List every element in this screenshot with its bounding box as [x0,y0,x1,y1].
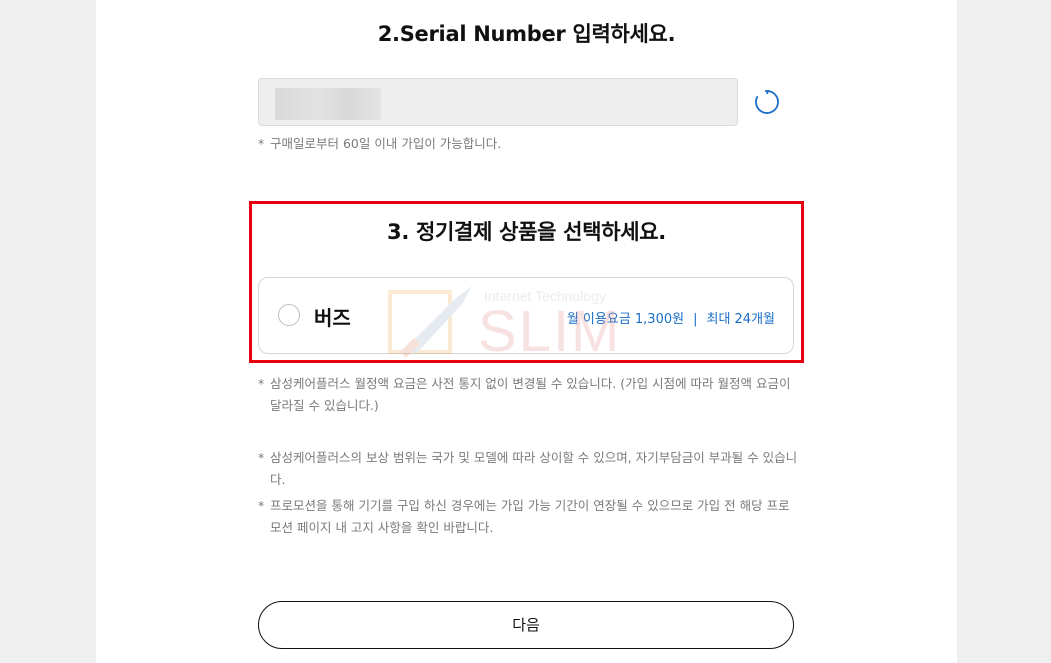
refresh-icon[interactable] [753,88,781,116]
notice-text: 프로모션을 통해 기기를 구입 하신 경우에는 가입 가능 기간이 연장될 수 … [270,498,790,535]
notice-group-2: * 삼성케어플러스의 보상 범위는 국가 및 모델에 따라 상이할 수 있으며,… [258,447,798,539]
next-button[interactable]: 다음 [258,601,794,649]
notice-item: * 프로모션을 통해 기기를 구입 하신 경우에는 가입 가능 기간이 연장될 … [258,495,798,539]
serial-section-title: 2.Serial Number 입력하세요. [377,22,676,46]
note-bullet: * [258,136,265,151]
serial-note-text: 구매일로부터 60일 이내 가입이 가능합니다. [270,136,502,151]
content-panel: 2.Serial Number 입력하세요. * 구매일로부터 60일 이내 가입… [96,0,957,663]
note-bullet: * [258,376,265,391]
notice-item: * 삼성케어플러스의 보상 범위는 국가 및 모델에 따라 상이할 수 있으며,… [258,447,798,491]
note-bullet: * [258,450,265,465]
serial-number-input[interactable] [258,78,738,126]
serial-note: * 구매일로부터 60일 이내 가입이 가능합니다. [258,133,501,155]
note-bullet: * [258,498,265,513]
notice-text: 삼성케어플러스 월정액 요금은 사전 통지 없이 변경될 수 있습니다. (가입… [270,376,791,413]
notice-text: 삼성케어플러스의 보상 범위는 국가 및 모델에 따라 상이할 수 있으며, 자… [270,450,798,487]
highlight-box [249,201,804,363]
notice-group-1: * 삼성케어플러스 월정액 요금은 사전 통지 없이 변경될 수 있습니다. (… [258,373,798,417]
serial-number-masked-value [275,88,381,120]
notice-item: * 삼성케어플러스 월정액 요금은 사전 통지 없이 변경될 수 있습니다. (… [258,373,798,417]
